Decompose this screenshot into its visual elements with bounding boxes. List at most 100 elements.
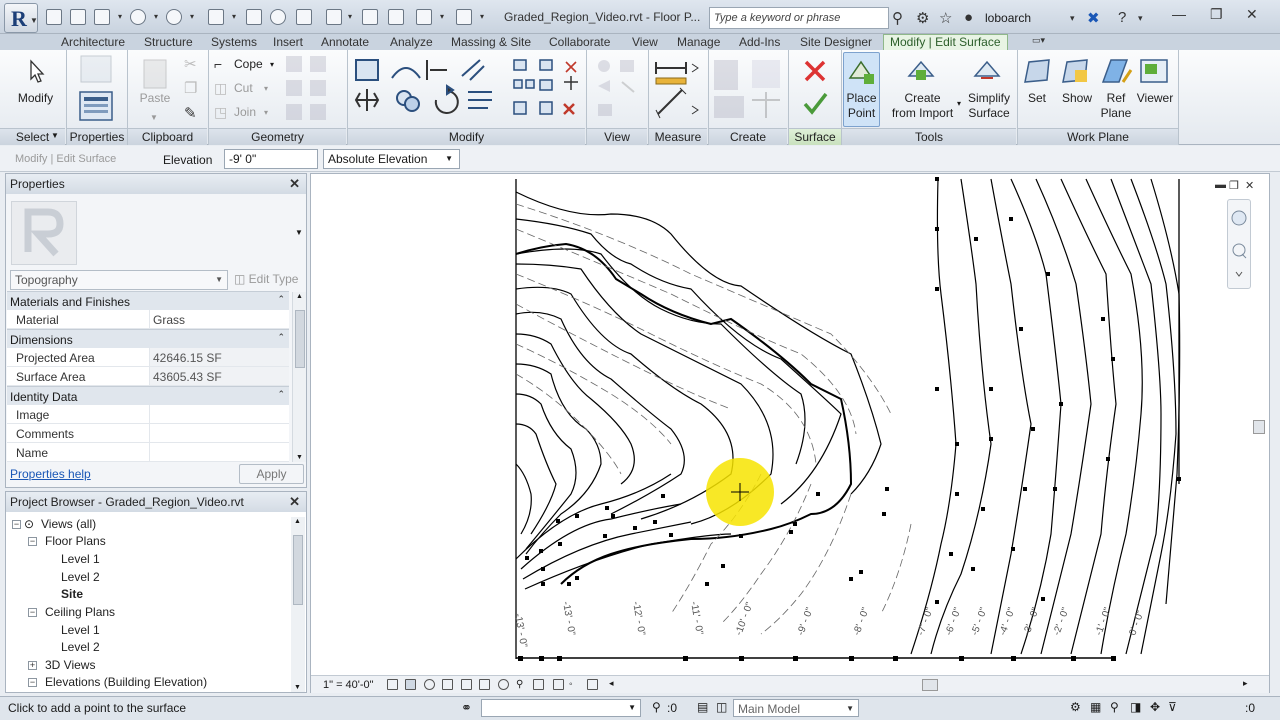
measure-tools[interactable] bbox=[652, 56, 702, 124]
modify-tools[interactable] bbox=[352, 56, 582, 126]
set-work-plane-label[interactable]: Set bbox=[1022, 91, 1052, 106]
select-underlay-icon[interactable]: ▦ bbox=[1090, 700, 1101, 714]
work-plane-panel-title[interactable]: Work Plane bbox=[1018, 128, 1178, 145]
thin-lines-icon[interactable] bbox=[388, 9, 404, 25]
tree-elevations[interactable]: Elevations (Building Elevation) bbox=[45, 675, 207, 689]
modify-arrow-icon[interactable] bbox=[24, 58, 50, 84]
help-icon[interactable]: ? bbox=[1118, 9, 1126, 26]
select-links-icon[interactable]: ⚙ bbox=[1070, 700, 1081, 714]
tab-analyze[interactable]: Analyze bbox=[390, 35, 433, 49]
editing-requests-icon[interactable]: ⚲ bbox=[652, 700, 661, 714]
modify-panel-title[interactable]: Modify bbox=[348, 128, 585, 145]
tab-collaborate[interactable]: Collaborate bbox=[549, 35, 610, 49]
lock-3d-icon[interactable]: ⚲ bbox=[516, 679, 527, 690]
view-minimize-icon[interactable]: ▬ bbox=[1215, 179, 1226, 191]
tab-manage[interactable]: Manage bbox=[677, 35, 720, 49]
show-work-plane-label[interactable]: Show bbox=[1058, 91, 1096, 106]
close-icon[interactable]: ✕ bbox=[289, 494, 300, 510]
detail-level-icon[interactable] bbox=[387, 679, 398, 690]
group-identity-data[interactable]: Identity Data ⌃ bbox=[7, 386, 289, 405]
simplify-surface-label[interactable]: Simplify Surface bbox=[962, 91, 1016, 121]
tree-floor-plans[interactable]: Floor Plans bbox=[45, 534, 106, 548]
tab-structure[interactable]: Structure bbox=[144, 35, 193, 49]
tree-ceiling-level-2[interactable]: Level 2 bbox=[61, 640, 100, 654]
work-plane-tools[interactable] bbox=[1023, 56, 1173, 88]
3d-view-icon[interactable] bbox=[326, 9, 342, 25]
drawing-area[interactable]: -13' - 0" -13' - 0" -12' - 0" -11' - 0" … bbox=[310, 173, 1270, 693]
design-options-icon[interactable]: ▤ bbox=[697, 700, 708, 714]
select-pinned-icon[interactable]: ⚲ bbox=[1110, 700, 1119, 714]
type-selector-dropdown-icon[interactable]: ▼ bbox=[295, 228, 303, 237]
worksets-icon[interactable]: ⚭ bbox=[461, 700, 472, 716]
tools-panel-title[interactable]: Tools bbox=[842, 128, 1016, 145]
scroll-left-icon[interactable]: ◂ bbox=[609, 678, 614, 689]
type-properties-icon[interactable] bbox=[79, 54, 113, 84]
dimension-icon[interactable] bbox=[246, 9, 262, 25]
favorites-star-icon[interactable]: ☆ bbox=[939, 9, 952, 27]
drag-on-selection-icon[interactable]: ✥ bbox=[1150, 700, 1160, 714]
sun-path-icon[interactable] bbox=[424, 679, 435, 690]
collapse-toggle[interactable]: − bbox=[28, 537, 37, 546]
tab-annotate[interactable]: Annotate bbox=[321, 35, 369, 49]
close-windows-icon[interactable] bbox=[416, 9, 432, 25]
minimize-icon[interactable]: — bbox=[1172, 6, 1186, 22]
subscription-icon[interactable]: ⚙ bbox=[916, 9, 929, 27]
collapse-toggle[interactable]: − bbox=[12, 520, 21, 529]
apply-button[interactable]: Apply bbox=[239, 464, 304, 484]
analytical-model-icon[interactable] bbox=[553, 679, 564, 690]
application-menu-button[interactable]: R ▼ bbox=[4, 3, 38, 33]
tab-systems[interactable]: Systems bbox=[211, 35, 257, 49]
temporary-hide-icon[interactable] bbox=[498, 679, 509, 690]
tab-view[interactable]: View bbox=[632, 35, 658, 49]
design-option-select[interactable]: Main Model ▼ bbox=[733, 699, 859, 717]
crop-region-icon[interactable] bbox=[587, 679, 598, 690]
active-workset-select[interactable]: ▼ bbox=[481, 699, 641, 717]
properties-help-link[interactable]: Properties help bbox=[10, 467, 91, 481]
view-panel-title[interactable]: View bbox=[587, 128, 647, 145]
crop-view-icon[interactable] bbox=[461, 679, 472, 690]
filter-icon[interactable]: ⊽ bbox=[1168, 700, 1177, 714]
properties-panel-title[interactable]: Properties bbox=[67, 128, 127, 145]
simplify-surface-icon[interactable] bbox=[972, 56, 1002, 86]
group-dimensions[interactable]: Dimensions ⌃ bbox=[7, 329, 289, 348]
tab-insert[interactable]: Insert bbox=[273, 35, 303, 49]
user-name[interactable]: loboarch bbox=[985, 11, 1031, 25]
clipboard-panel-title[interactable]: Clipboard bbox=[128, 128, 207, 145]
sync-icon[interactable] bbox=[94, 9, 110, 25]
binoculars-icon[interactable]: ⚲ bbox=[892, 9, 903, 27]
tree-floor-plan-level-2[interactable]: Level 2 bbox=[61, 570, 100, 584]
save-icon[interactable] bbox=[70, 9, 86, 25]
cope-icon[interactable]: ⌐ bbox=[214, 56, 222, 72]
place-point-label[interactable]: Place Point bbox=[843, 91, 880, 121]
undo-icon[interactable] bbox=[130, 9, 146, 25]
measure-qat-icon[interactable] bbox=[208, 9, 224, 25]
instance-type-filter[interactable]: Topography ▼ bbox=[10, 270, 228, 290]
geometry-panel-title[interactable]: Geometry bbox=[209, 128, 346, 145]
tab-modify-edit-surface[interactable]: Modify | Edit Surface bbox=[883, 34, 1008, 50]
shadows-icon[interactable] bbox=[442, 679, 453, 690]
tab-add-ins[interactable]: Add-Ins bbox=[739, 35, 780, 49]
properties-scrollbar[interactable]: ▲ ▼ bbox=[292, 292, 306, 462]
close-icon[interactable]: ✕ bbox=[1246, 6, 1258, 23]
tree-ceiling-level-1[interactable]: Level 1 bbox=[61, 623, 100, 637]
create-from-import-label[interactable]: Create from Import bbox=[886, 91, 959, 121]
surface-panel-title[interactable]: Surface bbox=[789, 128, 841, 145]
tree-views-all[interactable]: Views (all) bbox=[41, 517, 96, 531]
expand-toggle[interactable]: + bbox=[28, 661, 37, 670]
modify-button-label[interactable]: Modify bbox=[8, 91, 63, 106]
tree-floor-plan-site[interactable]: Site bbox=[61, 587, 83, 601]
redo-icon[interactable] bbox=[166, 9, 182, 25]
properties-icon[interactable] bbox=[78, 90, 114, 122]
exchange-apps-icon[interactable]: ✖ bbox=[1087, 9, 1100, 27]
open-icon[interactable] bbox=[46, 9, 62, 25]
elevation-mode-select[interactable]: Absolute Elevation ▼ bbox=[323, 149, 460, 169]
measure-panel-title[interactable]: Measure bbox=[649, 128, 707, 145]
tree-3d-views[interactable]: 3D Views bbox=[45, 658, 95, 672]
select-by-face-icon[interactable]: ◨ bbox=[1130, 700, 1141, 714]
close-icon[interactable]: ✕ bbox=[289, 176, 300, 192]
show-crop-icon[interactable] bbox=[479, 679, 490, 690]
surface-tools[interactable] bbox=[800, 56, 830, 126]
viewer-label[interactable]: Viewer bbox=[1132, 91, 1178, 106]
section-icon[interactable] bbox=[362, 9, 378, 25]
restore-icon[interactable]: ❐ bbox=[1210, 6, 1223, 23]
